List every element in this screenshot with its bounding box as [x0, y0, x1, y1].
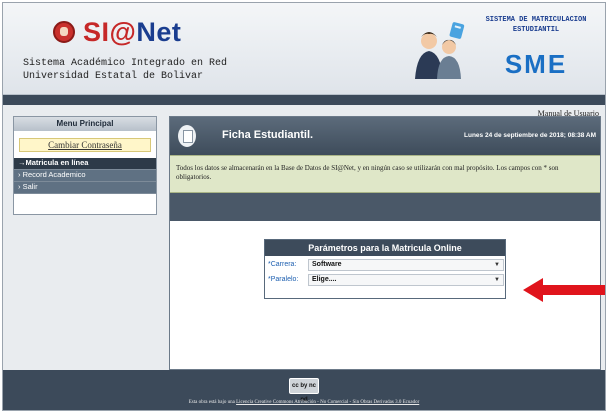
paralelo-label: *Paralelo: [268, 276, 299, 283]
main-panel: Ficha Estudiantil. Lunes 24 de septiembr… [169, 116, 601, 370]
red-arrow-icon [523, 278, 605, 302]
paralelo-select[interactable]: Elige.... ▼ [308, 274, 504, 286]
footer: cc by nc nd Esta obra está bajo una Lice… [3, 370, 605, 410]
logo-prefix: SI@ [83, 17, 137, 47]
params-title: Parámetros para la Matricula Online [265, 240, 505, 256]
sme-caption: Sistema de matriculacion estudiantil [485, 16, 587, 34]
carrera-label: *Carrera: [268, 261, 297, 268]
document-icon [178, 125, 196, 147]
carrera-select[interactable]: Software ▼ [308, 259, 504, 271]
license-text: Esta obra está bajo una Licencia Creativ… [3, 400, 605, 405]
sidebar-item-salir[interactable]: › Salir [14, 182, 156, 194]
sidebar-item-record[interactable]: › Record Academico [14, 170, 156, 182]
license-link[interactable]: Licencia Creative Commons Atribución - N… [236, 400, 419, 405]
paralelo-row: *Paralelo: Elige.... ▼ [268, 274, 504, 286]
university-emblem-icon [53, 21, 75, 43]
tagline-line1: Sistema Académico Integrado en Red [23, 58, 228, 69]
carrera-value: Software [312, 261, 342, 268]
section-band [170, 193, 600, 221]
privacy-notice: Todos los datos se almacenarán en la Bas… [170, 155, 600, 193]
page-title: Ficha Estudiantil. [222, 129, 314, 141]
menu-title: Menu Principal [14, 117, 156, 131]
chevron-down-icon: ▼ [494, 277, 500, 283]
logo-suffix: Net [136, 17, 182, 47]
main-header: Ficha Estudiantil. Lunes 24 de septiembr… [170, 117, 600, 155]
top-bar [3, 95, 605, 105]
license-prefix: Esta obra está bajo una [188, 400, 235, 405]
chevron-down-icon: ▼ [494, 262, 500, 268]
carrera-row: *Carrera: Software ▼ [268, 259, 504, 271]
sme-title: SME [504, 49, 568, 79]
creative-commons-badge-icon[interactable]: cc by nc nd [289, 378, 319, 403]
tagline-line2: Universidad Estatal de Bolivar [23, 71, 204, 82]
date-label: Lunes 24 de septiembre de 2018; 08:38 AM [464, 132, 596, 139]
sidebar-item-matricula[interactable]: →Matricula en línea [14, 158, 156, 170]
change-password-link[interactable]: Cambiar Contraseña [19, 138, 151, 152]
header: SI@Net Sistema Académico Integrado en Re… [3, 3, 605, 95]
enrollment-params-box: Parámetros para la Matricula Online *Car… [264, 239, 506, 299]
sinet-logo: SI@Net [83, 17, 181, 48]
paralelo-value: Elige.... [312, 276, 337, 283]
sidebar: Menu Principal Cambiar Contraseña →Matri… [13, 116, 157, 215]
app-window: SI@Net Sistema Académico Integrado en Re… [2, 2, 606, 411]
students-illustration-icon [415, 22, 465, 79]
